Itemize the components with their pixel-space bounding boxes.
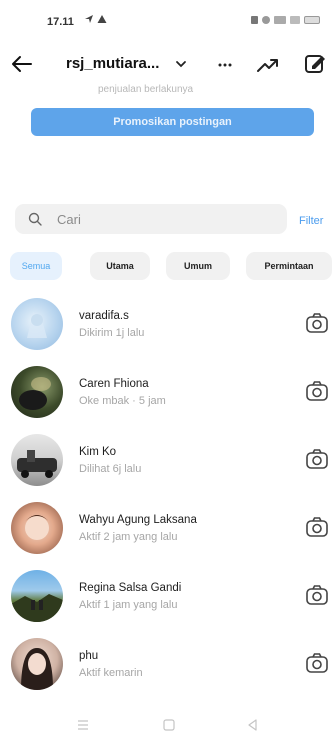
avatar[interactable]	[11, 638, 63, 690]
avatar[interactable]	[11, 502, 63, 554]
camera-icon[interactable]	[305, 380, 329, 402]
conversation-name: phu	[79, 650, 99, 662]
camera-icon[interactable]	[305, 516, 329, 538]
wifi-icon	[262, 16, 270, 24]
conversation-name: Regina Salsa Gandi	[79, 582, 182, 594]
conversation-row[interactable]: varadifa.s Dikirim 1j lalu	[0, 290, 332, 358]
conversation-name: Wahyu Agung Laksana	[79, 514, 197, 526]
conversation-name: Kim Ko	[79, 446, 117, 458]
conversation-row[interactable]: phu Aktif kemarin	[0, 630, 332, 698]
camera-icon[interactable]	[305, 448, 329, 470]
promo-caption: penjualan berlakunya	[98, 84, 194, 95]
sim-icon	[251, 16, 258, 24]
search-icon	[28, 212, 42, 226]
conversation-row[interactable]: Regina Salsa Gandi Aktif 1 jam yang lalu	[0, 562, 332, 630]
camera-icon[interactable]	[305, 312, 329, 334]
status-system-icons	[251, 16, 320, 24]
avatar[interactable]	[11, 366, 63, 418]
chevron-down-icon[interactable]	[174, 57, 188, 71]
trending-up-icon[interactable]	[254, 54, 282, 76]
signal-2-icon	[290, 16, 300, 24]
status-time: 17.11	[47, 16, 74, 28]
conversation-status: Aktif kemarin	[79, 667, 143, 679]
conversation-status: Aktif 2 jam yang lalu	[79, 531, 178, 543]
header: rsj_mutiara...	[0, 46, 332, 82]
status-bar: 17.11	[0, 0, 332, 46]
conversation-status: Oke mbak · 5 jam	[79, 395, 166, 407]
search-box[interactable]	[15, 204, 287, 234]
status-notification-icons	[84, 14, 107, 24]
conversation-row[interactable]: Kim Ko Dilihat 6j lalu	[0, 426, 332, 494]
conversation-name: varadifa.s	[79, 310, 129, 322]
conversation-status: Dilihat 6j lalu	[79, 463, 142, 475]
home-icon[interactable]	[162, 718, 176, 732]
recent-apps-icon[interactable]	[76, 719, 90, 731]
back-triangle-icon[interactable]	[246, 718, 258, 732]
avatar[interactable]	[11, 434, 63, 486]
tab-all[interactable]: Semua	[10, 252, 62, 280]
system-nav-bar	[0, 711, 332, 741]
search-input[interactable]	[57, 204, 277, 234]
back-arrow-icon[interactable]	[8, 50, 36, 78]
camera-icon[interactable]	[305, 652, 329, 674]
filter-link[interactable]: Filter	[299, 215, 323, 227]
avatar[interactable]	[11, 298, 63, 350]
battery-icon	[304, 16, 320, 24]
conversation-status: Aktif 1 jam yang lalu	[79, 599, 178, 611]
tab-primary[interactable]: Utama	[90, 252, 150, 280]
signal-icon	[274, 16, 286, 24]
conversation-name: Caren Fhiona	[79, 378, 149, 390]
warning-icon	[97, 15, 107, 23]
conversation-status: Dikirim 1j lalu	[79, 327, 145, 339]
tab-general[interactable]: Umum	[166, 252, 230, 280]
more-options-icon[interactable]	[212, 54, 238, 74]
conversation-row[interactable]: Caren Fhiona Oke mbak · 5 jam	[0, 358, 332, 426]
compose-icon[interactable]	[302, 52, 328, 76]
conversation-row[interactable]: Wahyu Agung Laksana Aktif 2 jam yang lal…	[0, 494, 332, 562]
avatar[interactable]	[11, 570, 63, 622]
tab-requests[interactable]: Permintaan	[246, 252, 332, 280]
account-username[interactable]: rsj_mutiara...	[66, 55, 159, 72]
camera-icon[interactable]	[305, 584, 329, 606]
promote-post-button[interactable]: Promosikan postingan	[31, 108, 314, 136]
location-arrow-icon	[85, 15, 93, 23]
